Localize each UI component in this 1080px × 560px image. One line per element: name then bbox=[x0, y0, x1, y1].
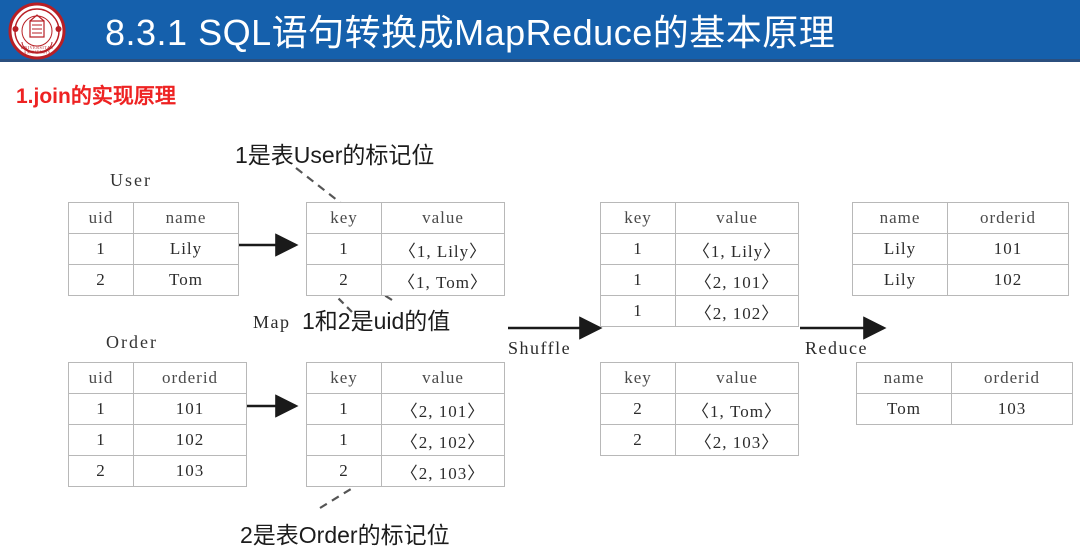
cell: 1 bbox=[600, 295, 676, 327]
column-header: value bbox=[381, 362, 505, 394]
cell: 101 bbox=[947, 233, 1069, 265]
column-header: uid bbox=[68, 202, 134, 234]
table-row: key value bbox=[306, 202, 505, 234]
step-label-reduce: Reduce bbox=[805, 338, 868, 358]
cell: 〈2, 101〉 bbox=[381, 393, 505, 425]
table-row: name orderid bbox=[852, 202, 1069, 234]
table-row: 1 〈1, Lily〉 bbox=[306, 233, 505, 265]
table-row: Lily 102 bbox=[852, 264, 1069, 296]
table-row: key value bbox=[600, 202, 799, 234]
cell: 2 bbox=[68, 455, 134, 487]
cell: 1 bbox=[68, 393, 134, 425]
cell: 1 bbox=[600, 264, 676, 296]
cell: Tom bbox=[856, 393, 952, 425]
table-row: 1 〈2, 101〉 bbox=[306, 393, 505, 425]
cell: 〈1, Tom〉 bbox=[381, 264, 505, 296]
annotation-uid-value: 1和2是uid的值 bbox=[302, 308, 451, 334]
table-row: name orderid bbox=[856, 362, 1073, 394]
cell: 1 bbox=[68, 233, 134, 265]
cell: 2 bbox=[600, 393, 676, 425]
table-map-output-order: key value 1 〈2, 101〉 1 〈2, 102〉 2 〈2, 10… bbox=[306, 362, 505, 487]
table-row: 1 102 bbox=[68, 424, 247, 456]
column-header: name bbox=[133, 202, 239, 234]
table-map-output-user: key value 1 〈1, Lily〉 2 〈1, Tom〉 bbox=[306, 202, 505, 296]
cell: 103 bbox=[133, 455, 247, 487]
cell: 〈2, 101〉 bbox=[675, 264, 799, 296]
table-row: 1 101 bbox=[68, 393, 247, 425]
caption-user-table: User bbox=[110, 170, 152, 190]
column-header: key bbox=[600, 362, 676, 394]
table-row: 2 〈1, Tom〉 bbox=[306, 264, 505, 296]
table-row: 2 Tom bbox=[68, 264, 239, 296]
cell: 1 bbox=[306, 393, 382, 425]
step-label-map: Map bbox=[253, 312, 291, 332]
table-row: 1 〈2, 102〉 bbox=[306, 424, 505, 456]
cell: 101 bbox=[133, 393, 247, 425]
table-row: key value bbox=[600, 362, 799, 394]
cell: 103 bbox=[951, 393, 1073, 425]
cell: 1 bbox=[306, 424, 382, 456]
step-label-shuffle: Shuffle bbox=[508, 338, 572, 358]
cell: Tom bbox=[133, 264, 239, 296]
table-user: uid name 1 Lily 2 Tom bbox=[68, 202, 239, 296]
column-header: orderid bbox=[947, 202, 1069, 234]
cell: 1 bbox=[600, 233, 676, 265]
table-row: key value bbox=[306, 362, 505, 394]
cell: 〈2, 102〉 bbox=[675, 295, 799, 327]
table-row: 1 〈2, 102〉 bbox=[600, 295, 799, 327]
table-row: 1 〈1, Lily〉 bbox=[600, 233, 799, 265]
table-row: Tom 103 bbox=[856, 393, 1073, 425]
table-row: Lily 101 bbox=[852, 233, 1069, 265]
table-order: uid orderid 1 101 1 102 2 103 bbox=[68, 362, 247, 487]
table-reduce-output-bottom: name orderid Tom 103 bbox=[856, 362, 1073, 425]
cell: Lily bbox=[852, 233, 948, 265]
table-shuffle-key1: key value 1 〈1, Lily〉 1 〈2, 101〉 1 〈2, 1… bbox=[600, 202, 799, 327]
annotation-order-flag: 2是表Order的标记位 bbox=[240, 522, 450, 548]
cell: Lily bbox=[852, 264, 948, 296]
cell: 2 bbox=[68, 264, 134, 296]
table-row: 2 〈2, 103〉 bbox=[306, 455, 505, 487]
column-header: key bbox=[306, 202, 382, 234]
cell: 〈2, 102〉 bbox=[381, 424, 505, 456]
caption-order-table: Order bbox=[106, 332, 158, 352]
cell: 2 bbox=[306, 455, 382, 487]
column-header: value bbox=[675, 362, 799, 394]
column-header: uid bbox=[68, 362, 134, 394]
table-reduce-output-top: name orderid Lily 101 Lily 102 bbox=[852, 202, 1069, 296]
cell: 〈2, 103〉 bbox=[675, 424, 799, 456]
table-shuffle-key2: key value 2 〈1, Tom〉 2 〈2, 103〉 bbox=[600, 362, 799, 456]
column-header: value bbox=[675, 202, 799, 234]
column-header: orderid bbox=[133, 362, 247, 394]
column-header: value bbox=[381, 202, 505, 234]
cell: 2 bbox=[600, 424, 676, 456]
table-row: 2 103 bbox=[68, 455, 247, 487]
cell: 102 bbox=[947, 264, 1069, 296]
column-header: key bbox=[306, 362, 382, 394]
table-row: 2 〈1, Tom〉 bbox=[600, 393, 799, 425]
table-row: 1 〈2, 101〉 bbox=[600, 264, 799, 296]
cell: 2 bbox=[306, 264, 382, 296]
column-header: orderid bbox=[951, 362, 1073, 394]
cell: 〈1, Lily〉 bbox=[381, 233, 505, 265]
cell: 1 bbox=[306, 233, 382, 265]
cell: 〈1, Tom〉 bbox=[675, 393, 799, 425]
annotation-user-flag: 1是表User的标记位 bbox=[235, 142, 435, 168]
table-row: uid name bbox=[68, 202, 239, 234]
table-row: 2 〈2, 103〉 bbox=[600, 424, 799, 456]
mapreduce-join-diagram: User Order Map Shuffle Reduce 1是表User的标记… bbox=[0, 0, 1080, 560]
cell: 1 bbox=[68, 424, 134, 456]
column-header: name bbox=[852, 202, 948, 234]
column-header: name bbox=[856, 362, 952, 394]
cell: Lily bbox=[133, 233, 239, 265]
table-row: 1 Lily bbox=[68, 233, 239, 265]
cell: 102 bbox=[133, 424, 247, 456]
cell: 〈1, Lily〉 bbox=[675, 233, 799, 265]
column-header: key bbox=[600, 202, 676, 234]
cell: 〈2, 103〉 bbox=[381, 455, 505, 487]
table-row: uid orderid bbox=[68, 362, 247, 394]
